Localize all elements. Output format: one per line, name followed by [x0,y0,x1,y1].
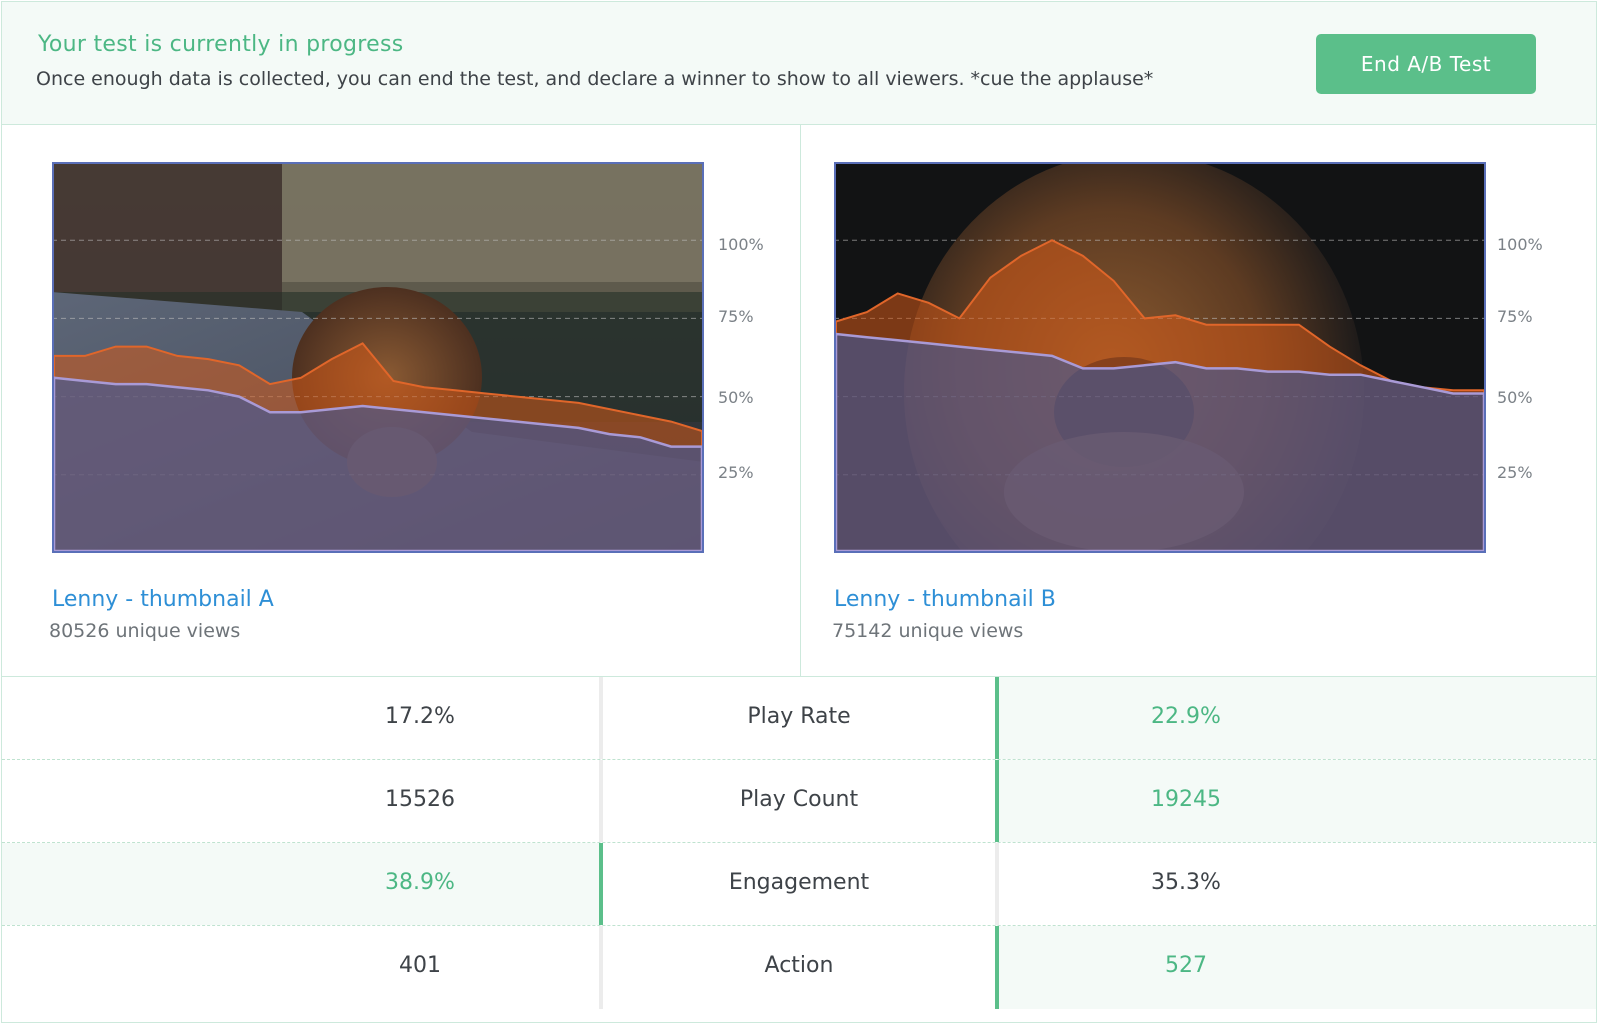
metric-label: Play Rate [747,704,851,729]
thumbnail-b-name[interactable]: Lenny - thumbnail B [834,587,1056,612]
thumbnail-b-image[interactable] [834,162,1499,560]
thumbnail-panels: 100% 75% 50% 25% Lenny - thumbnail A 805… [2,124,1596,677]
thumbnail-a-image[interactable] [52,162,717,560]
value-b: 35.3% [1151,870,1221,895]
axis-label-25: 25% [1497,463,1533,482]
value-b-cell: 35.3% [999,843,1596,925]
axis-label-100: 100% [1497,235,1543,254]
metric-cell: Play Rate [599,677,999,759]
axis-label-100: 100% [718,235,764,254]
value-a: 17.2% [385,704,455,729]
value-b-cell: 527 [999,926,1596,1009]
value-a: 15526 [385,787,455,812]
axis-label-25: 25% [718,463,754,482]
value-b: 527 [1165,953,1207,978]
value-a-cell: 15526 [2,760,599,842]
status-description: Once enough data is collected, you can e… [36,68,1154,90]
brick-wall [52,162,282,312]
axis-label-75: 75% [1497,307,1533,326]
value-a: 38.9% [385,870,455,895]
value-a-cell: 38.9% [2,843,599,925]
end-ab-test-button[interactable]: End A/B Test [1316,34,1536,94]
table-row: 401 Action 527 [2,926,1596,1009]
value-b: 22.9% [1151,704,1221,729]
comparison-table: 17.2% Play Rate 22.9% 15526 Play Count 1… [2,677,1596,1023]
value-a: 401 [399,953,441,978]
metric-label: Action [764,953,834,978]
thumbnail-a-views: 80526 unique views [49,620,241,642]
value-b-cell: 19245 [999,760,1596,842]
table-row: 17.2% Play Rate 22.9% [2,677,1596,760]
axis-label-50: 50% [718,388,754,407]
axis-label-75: 75% [718,307,754,326]
table-top [282,162,704,292]
thumbnail-a-name[interactable]: Lenny - thumbnail A [52,587,274,612]
axis-label-50: 50% [1497,388,1533,407]
table-row: 38.9% Engagement 35.3% [2,843,1596,926]
metric-label: Play Count [739,787,859,812]
status-title: Your test is currently in progress [38,32,404,57]
value-a-cell: 401 [2,926,599,1009]
metric-cell: Action [599,926,999,1009]
table-row: 15526 Play Count 19245 [2,760,1596,843]
value-b-cell: 22.9% [999,677,1596,759]
thumbnail-a-chart [52,162,704,553]
thumbnail-b-chart [834,162,1486,553]
metric-label: Engagement [728,870,870,895]
status-banner: Your test is currently in progress Once … [2,2,1596,125]
ab-test-panel: Your test is currently in progress Once … [1,1,1597,1023]
thumbnail-b-views: 75142 unique views [832,620,1024,642]
value-b: 19245 [1151,787,1221,812]
metric-cell: Engagement [599,843,999,925]
value-a-cell: 17.2% [2,677,599,759]
panel-divider [800,124,801,676]
metric-cell: Play Count [599,760,999,842]
